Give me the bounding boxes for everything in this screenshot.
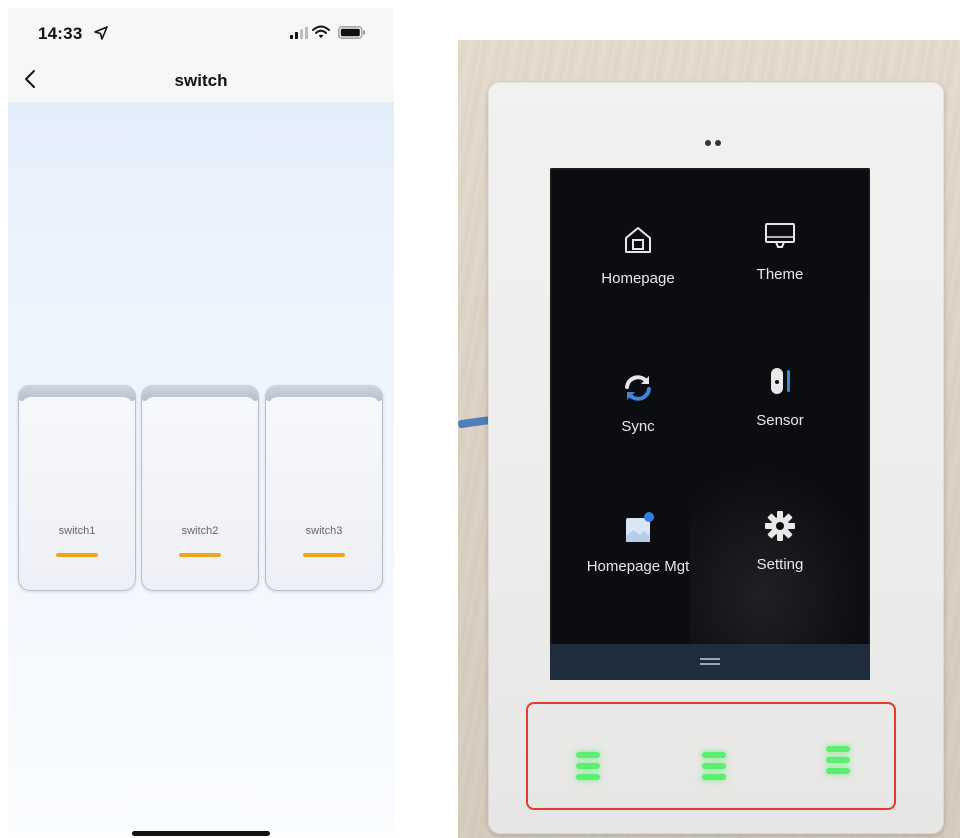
- switch-button-2[interactable]: switch2: [141, 385, 259, 591]
- menu-item-label: Setting: [756, 556, 804, 573]
- status-bar: 14:33: [8, 8, 394, 56]
- switch-panel-area: switch1 switch2 switch3: [8, 102, 394, 838]
- touch-key-3[interactable]: [826, 746, 850, 776]
- navigation-bar: switch: [8, 56, 394, 102]
- key-light: [702, 774, 726, 780]
- cellular-signal-icon: [290, 27, 308, 39]
- battery-icon: [338, 26, 365, 39]
- switch-button-1[interactable]: switch1: [18, 385, 136, 591]
- switch-label: switch1: [58, 525, 96, 537]
- device-photo: Homepage Theme Sync Sensor Homepage Mgt …: [458, 40, 960, 838]
- status-time: 14:33: [38, 24, 83, 43]
- menu-item-homepage[interactable]: Homepage: [568, 220, 708, 320]
- image-icon: [626, 512, 654, 542]
- key-light: [702, 763, 726, 769]
- switch-indicator: [179, 553, 221, 557]
- switch-face: [144, 397, 256, 587]
- page-title: switch: [174, 71, 228, 90]
- menu-item-homepage-mgt[interactable]: Homepage Mgt: [568, 508, 708, 608]
- switch-face: [21, 397, 133, 587]
- menu-handle-icon[interactable]: [700, 658, 720, 666]
- menu-item-theme[interactable]: Theme: [710, 216, 850, 316]
- switch-label: switch2: [181, 525, 219, 537]
- menu-item-sensor[interactable]: Sensor: [710, 362, 850, 462]
- menu-item-sync[interactable]: Sync: [568, 368, 708, 468]
- menu-item-label: Sensor: [756, 412, 804, 429]
- menu-item-label: Homepage Mgt: [586, 558, 690, 575]
- sync-icon: [625, 375, 651, 401]
- key-light: [576, 763, 600, 769]
- key-light: [702, 752, 726, 758]
- switch-indicator: [56, 553, 98, 557]
- menu-item-setting[interactable]: Setting: [710, 506, 850, 606]
- sensor-dot: [705, 140, 711, 146]
- switch-face: [268, 397, 380, 587]
- phone-app-screen: 14:33 switch switch1 switch2 switch3: [8, 8, 394, 838]
- key-light: [826, 768, 850, 774]
- key-light: [826, 746, 850, 752]
- menu-item-label: Sync: [621, 418, 655, 435]
- screen-dock: [550, 644, 870, 680]
- switch-label: switch3: [305, 525, 343, 537]
- key-light: [576, 752, 600, 758]
- key-light: [826, 757, 850, 763]
- switch-indicator: [303, 553, 345, 557]
- location-arrow-icon: [94, 26, 108, 40]
- home-indicator[interactable]: [132, 831, 270, 836]
- menu-item-label: Theme: [756, 266, 804, 283]
- wifi-icon: [312, 25, 330, 38]
- key-light: [576, 774, 600, 780]
- wall-switch-device: Homepage Theme Sync Sensor Homepage Mgt …: [488, 82, 944, 834]
- gear-icon: [765, 511, 795, 541]
- monitor-icon: [765, 223, 795, 248]
- menu-item-label: Homepage: [601, 270, 675, 287]
- sensor-icon: [771, 368, 790, 394]
- device-screen: Homepage Theme Sync Sensor Homepage Mgt …: [550, 168, 870, 680]
- switch-button-3[interactable]: switch3: [265, 385, 383, 591]
- composite-screenshot: 14:33 switch switch1 switch2 switch3 Hom…: [0, 0, 960, 838]
- sensor-dot: [715, 140, 721, 146]
- home-icon: [625, 227, 651, 253]
- touch-key-1[interactable]: [576, 752, 600, 782]
- touch-key-2[interactable]: [702, 752, 726, 782]
